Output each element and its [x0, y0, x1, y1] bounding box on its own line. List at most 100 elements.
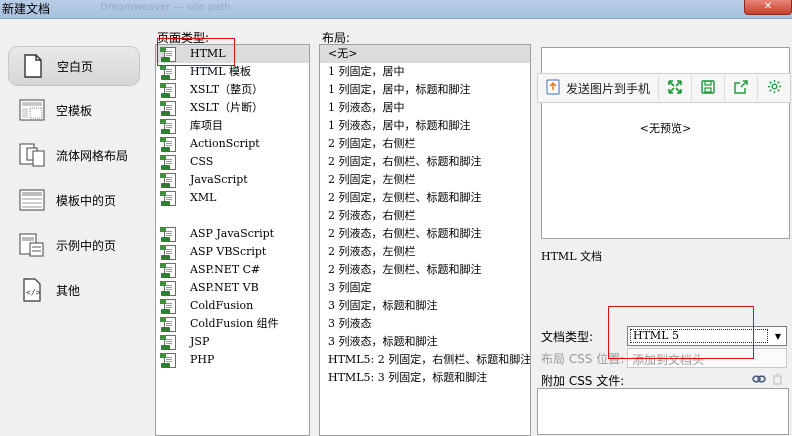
preview-text: <无预览> — [639, 122, 692, 135]
layout-item[interactable]: <无> — [320, 45, 530, 63]
page-type-item-label: ASP.NET C# — [190, 263, 261, 276]
page-type-item[interactable]: ASP JavaScript — [156, 225, 309, 243]
page-type-item[interactable]: PHP — [156, 351, 309, 369]
layout-item[interactable]: 3 列固定 — [320, 279, 530, 297]
page-type-item-label: XSLT（片断） — [190, 101, 264, 114]
page-type-file-icon — [160, 191, 176, 206]
page-type-item[interactable]: ASP.NET VB — [156, 279, 309, 297]
layout-item[interactable]: 2 列液态，右侧栏、标题和脚注 — [320, 225, 530, 243]
share-button[interactable] — [725, 75, 759, 101]
page-type-item-label: CSS — [190, 155, 214, 168]
page-type-item[interactable]: ColdFusion — [156, 297, 309, 315]
layout-item[interactable]: 2 列固定，右侧栏 — [320, 135, 530, 153]
page-type-file-icon — [160, 245, 176, 260]
layout-item[interactable]: 3 列固定，标题和脚注 — [320, 297, 530, 315]
layout-item[interactable]: HTML5: 2 列固定，右侧栏、标题和脚注 — [320, 351, 530, 369]
page-type-file-icon — [160, 335, 176, 350]
page-type-item[interactable]: JSP — [156, 333, 309, 351]
page-type-file-icon — [160, 83, 176, 98]
close-icon: ✕ — [763, 1, 773, 12]
layout-item[interactable]: 1 列固定，居中 — [320, 63, 530, 81]
link-icon[interactable] — [752, 373, 766, 388]
page-type-list[interactable]: HTML HTML 模板 XSLT（整页） XSLT（片断） 库项目 ActionScri… — [155, 44, 310, 436]
page-type-item[interactable]: XSLT（整页） — [156, 81, 309, 99]
category-fluid-grid[interactable]: 流体网格布局 — [8, 136, 138, 174]
page-type-item-label: PHP — [190, 353, 215, 366]
category-other[interactable]: </> 其他 — [8, 271, 138, 309]
page-type-file-icon — [160, 299, 176, 314]
page-type-item-label: ASP JavaScript — [190, 227, 275, 240]
fluid-grid-icon — [18, 142, 46, 168]
category-sample-page[interactable]: 示例中的页 — [8, 226, 138, 264]
page-type-item-label: ASP VBScript — [190, 245, 267, 258]
send-to-phone-label: 发送图片到手机 — [566, 81, 651, 96]
page-type-file-icon — [160, 137, 176, 152]
annotation-box-html — [157, 38, 235, 66]
page-type-item[interactable]: JavaScript — [156, 171, 309, 189]
page-type-file-icon — [160, 155, 176, 170]
page-type-item-label: XML — [190, 191, 217, 204]
category-blank-page[interactable]: 空白页 — [8, 46, 140, 86]
send-to-phone-button[interactable]: 发送图片到手机 — [538, 75, 660, 101]
expand-button[interactable] — [659, 75, 693, 101]
page-type-item-label: JavaScript — [190, 173, 248, 186]
page-type-item[interactable]: ActionScript — [156, 135, 309, 153]
page-type-item[interactable]: 库项目 — [156, 117, 309, 135]
share-icon — [734, 79, 748, 97]
template-page-icon — [18, 187, 46, 213]
page-type-file-icon — [160, 353, 176, 368]
other-code-icon: </> — [18, 277, 46, 303]
layout-item[interactable]: 1 列液态，居中，标题和脚注 — [320, 117, 530, 135]
category-label: 其他 — [56, 283, 81, 298]
page-type-file-icon — [160, 317, 176, 332]
layout-item[interactable]: 1 列固定，居中，标题和脚注 — [320, 81, 530, 99]
annotation-box-doctype — [608, 306, 754, 359]
page-type-file-icon — [160, 65, 176, 80]
trash-icon[interactable] — [772, 373, 783, 388]
layout-item[interactable]: 3 列液态 — [320, 315, 530, 333]
layout-item[interactable]: 2 列液态，左侧栏、标题和脚注 — [320, 261, 530, 279]
close-button[interactable]: ✕ — [744, 0, 792, 15]
layout-item[interactable]: 3 列液态，标题和脚注 — [320, 333, 530, 351]
category-blank-template[interactable]: 空模板 — [8, 91, 138, 129]
category-label: 空白页 — [57, 59, 94, 74]
layout-item[interactable]: 2 列固定，左侧栏 — [320, 171, 530, 189]
layout-item[interactable]: 2 列固定，左侧栏、标题和脚注 — [320, 189, 530, 207]
page-type-item-label: ColdFusion 组件 — [190, 317, 279, 330]
page-type-item[interactable]: ASP VBScript — [156, 243, 309, 261]
layout-item[interactable]: 2 列液态，左侧栏 — [320, 243, 530, 261]
svg-text:</>: </> — [26, 288, 41, 297]
page-type-item[interactable]: XML — [156, 189, 309, 207]
document-description: HTML 文档 — [541, 250, 602, 263]
attach-css-list[interactable] — [537, 388, 789, 435]
page-type-item[interactable]: ASP.NET C# — [156, 261, 309, 279]
layout-item[interactable]: 1 列液态，居中 — [320, 99, 530, 117]
send-to-phone-toolbar: 发送图片到手机 — [537, 73, 791, 103]
background-path: Dreamweaver — site path — [100, 2, 231, 13]
layout-list[interactable]: <无> 1 列固定，居中 1 列固定，居中，标题和脚注 1 列液态，居中 1 列液态，居… — [319, 44, 531, 436]
layout-item[interactable]: 2 列液态，右侧栏 — [320, 207, 530, 225]
page-type-item-label: ActionScript — [190, 137, 260, 150]
page-type-item-label: JSP — [190, 335, 210, 348]
page-type-item[interactable]: CSS — [156, 153, 309, 171]
settings-button[interactable] — [758, 75, 790, 101]
page-type-item[interactable]: XSLT（片断） — [156, 99, 309, 117]
page-type-item[interactable]: ColdFusion 组件 — [156, 315, 309, 333]
page-type-item-label: 库项目 — [190, 119, 223, 132]
settings-icon — [767, 79, 782, 97]
save-icon — [701, 79, 715, 97]
layout-item[interactable]: 2 列固定，右侧栏、标题和脚注 — [320, 153, 530, 171]
attach-css-toolbar — [752, 373, 783, 388]
category-label: 模板中的页 — [56, 193, 117, 208]
attach-css-label: 附加 CSS 文件: — [541, 374, 625, 388]
category-template-page[interactable]: 模板中的页 — [8, 181, 138, 219]
chevron-down-icon[interactable]: ▼ — [770, 327, 786, 345]
expand-icon — [668, 79, 682, 97]
layout-item[interactable]: HTML5: 3 列固定，标题和脚注 — [320, 369, 530, 387]
doctype-label: 文档类型: — [541, 330, 594, 344]
category-label: 流体网格布局 — [56, 148, 129, 163]
page-type-file-icon — [160, 281, 176, 296]
page-type-item-label: ColdFusion — [190, 299, 254, 312]
save-button[interactable] — [692, 75, 726, 101]
